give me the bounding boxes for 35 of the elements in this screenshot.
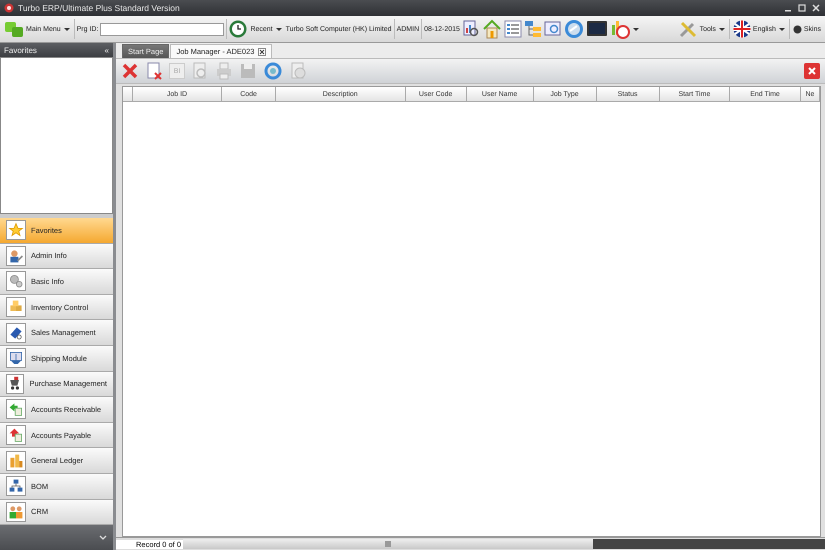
caret-icon — [62, 26, 71, 32]
scroll-grip-icon — [385, 541, 392, 547]
person-icon — [8, 248, 24, 264]
monitor-icon — [8, 350, 24, 366]
star-icon — [8, 222, 24, 238]
tools-icon — [678, 19, 698, 39]
hierarchy-icon[interactable] — [524, 20, 542, 38]
caret-icon — [778, 26, 786, 32]
hierarchy-icon — [8, 478, 24, 494]
people-icon — [8, 504, 24, 520]
close-icon[interactable] — [258, 48, 266, 56]
skins-icon — [792, 24, 802, 34]
monitor-icon[interactable] — [586, 20, 608, 38]
main-menu-icon — [4, 20, 24, 38]
caret-icon — [718, 26, 726, 32]
window-search-icon[interactable] — [544, 20, 562, 38]
caret-icon — [274, 26, 283, 32]
close-form-icon[interactable] — [804, 63, 820, 79]
panel-title: Favorites — [4, 46, 37, 54]
chevron-down-icon[interactable] — [99, 534, 107, 541]
report-search-icon[interactable] — [462, 20, 480, 38]
app-logo-icon — [4, 3, 14, 13]
caret-icon[interactable] — [632, 26, 640, 32]
collapse-button[interactable]: « — [104, 46, 109, 54]
horizontal-scrollbar[interactable] — [183, 539, 825, 549]
flag-icon — [732, 20, 751, 38]
delete-icon[interactable] — [121, 62, 139, 80]
window-title: Turbo ERP/Ultimate Plus Standard Version — [18, 3, 181, 13]
clock-icon[interactable] — [229, 20, 248, 38]
list-icon[interactable] — [504, 20, 522, 38]
tag-icon — [8, 324, 24, 341]
delete-document-icon[interactable] — [145, 62, 163, 80]
prg-id-field[interactable] — [100, 22, 224, 36]
maximize-icon[interactable] — [797, 3, 807, 13]
home-icon[interactable] — [482, 19, 502, 39]
